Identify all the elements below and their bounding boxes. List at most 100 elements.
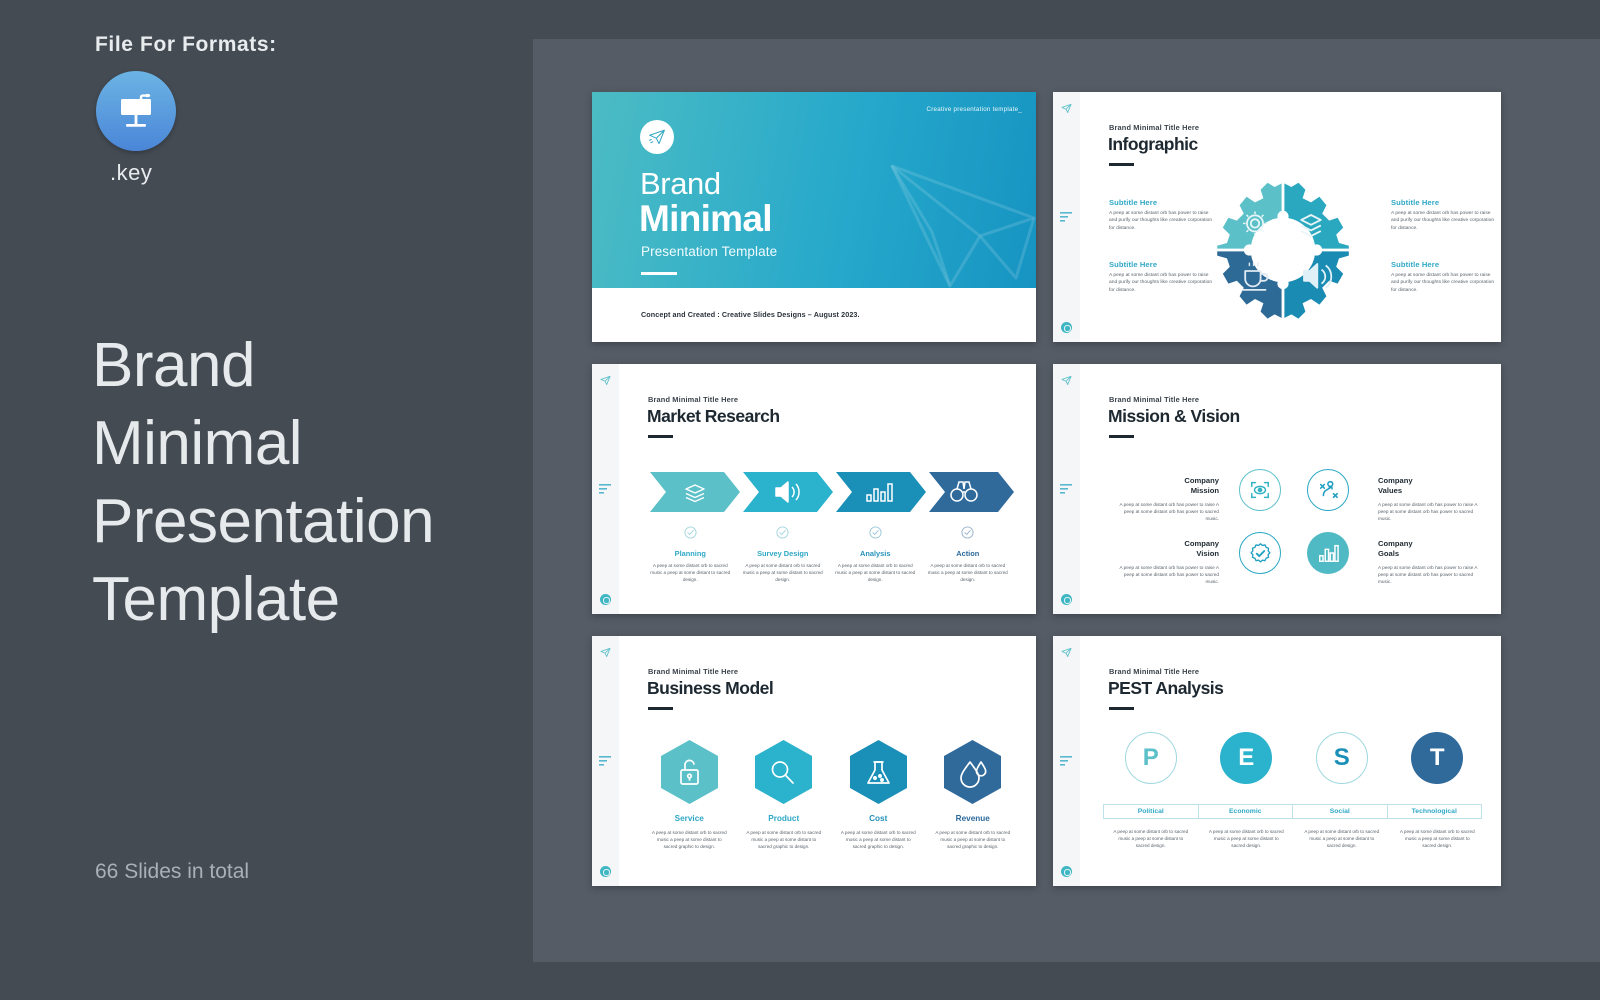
lines-icon (1060, 212, 1072, 222)
infographic-body: A peep at some distant orb has power to … (1109, 211, 1213, 231)
infographic-subtitle: Subtitle Here (1109, 198, 1158, 207)
check-circle-icon (869, 526, 882, 539)
slide-thumbnail-infographic[interactable]: Brand Minimal Title Here Infographic Sub… (1053, 92, 1501, 342)
hexagon-revenue (944, 740, 1002, 804)
slide-eyebrow: Brand Minimal Title Here (1109, 667, 1200, 676)
infographic-body: A peep at some distant orb has power to … (1109, 273, 1213, 293)
rail-dot-icon (600, 594, 611, 605)
step-name: Survey Design (757, 549, 809, 558)
rail-dot-icon (1061, 594, 1072, 605)
business-model-item: Revenue A peep at some distant orb to sa… (926, 740, 1021, 850)
cell-title: Company Goals (1378, 539, 1413, 558)
headline-rule (648, 435, 673, 438)
slide-thumbnail-business-model[interactable]: Brand Minimal Title Here Business Model … (592, 636, 1036, 886)
paper-plane-icon (1061, 647, 1072, 657)
item-name: Product (768, 814, 800, 823)
pest-letter-e: E (1220, 732, 1273, 784)
hexagon-product (755, 740, 813, 804)
page-title: Brand Minimal Presentation Template (92, 327, 522, 639)
paper-plane-icon (1061, 103, 1072, 113)
item-name: Service (674, 814, 704, 823)
strategy-icon (1307, 469, 1349, 511)
step-name: Analysis (860, 549, 891, 558)
pest-item: T (1390, 732, 1486, 784)
badge-check-icon (1239, 532, 1281, 574)
promo-title-line1: Brand (92, 331, 255, 400)
pest-letter-t: T (1411, 732, 1464, 784)
bar-chart-icon (1307, 532, 1349, 574)
pest-item: E (1199, 732, 1295, 784)
slide-thumbnail-pest-analysis[interactable]: Brand Minimal Title Here PEST Analysis P… (1053, 636, 1501, 886)
business-model-items: Service A peep at some distant orb to sa… (642, 740, 1020, 850)
paper-plane-icon (640, 120, 674, 154)
item-body: A peep at some distant orb to sacred mus… (935, 830, 1011, 849)
headline-rule (1109, 707, 1134, 710)
process-step: Analysis A peep at some distant orb to s… (829, 526, 922, 583)
title-hero: Creative presentation template_ Brand Mi… (592, 92, 1036, 288)
format-extension: .key (110, 160, 153, 185)
cell-title: Company Values (1378, 476, 1413, 495)
pest-body: A peep at some distant orb to sacred mus… (1304, 829, 1380, 848)
infographic-body: A peep at some distant orb has power to … (1391, 211, 1495, 231)
promo-column: File For Formats: .key Brand Minimal Pre… (0, 0, 533, 1000)
pest-tabs: Political Economic Social Technological (1103, 804, 1485, 819)
step-body: A peep at some distant orb to sacred mus… (742, 563, 823, 582)
headline-rule (648, 707, 673, 710)
slide-eyebrow: Brand Minimal Title Here (648, 395, 739, 404)
paper-plane-icon (600, 647, 611, 657)
pest-letter-s: S (1315, 732, 1368, 784)
pest-tab-social[interactable]: Social (1292, 804, 1388, 819)
slide-rail (1053, 92, 1080, 342)
process-step: Action A peep at some distant orb to sac… (922, 526, 1015, 583)
lines-icon (599, 756, 611, 766)
title-brand-bold: Minimal (639, 198, 773, 239)
slide-headline: Business Model (647, 678, 774, 698)
pest-body: A peep at some distant orb to sacred mus… (1399, 829, 1475, 848)
business-model-item: Product A peep at some distant orb to sa… (737, 740, 832, 850)
title-tagline: Creative presentation template_ (926, 106, 1022, 113)
eye-target-icon (1239, 469, 1281, 511)
step-body: A peep at some distant orb to sacred mus… (650, 563, 731, 582)
gear-puzzle-diagram (1213, 180, 1353, 325)
pest-letter-p: P (1124, 732, 1177, 784)
title-credit: Concept and Created : Creative Slides De… (641, 310, 860, 319)
item-body: A peep at some distant orb to sacred mus… (651, 830, 727, 849)
slide-thumbnail-title[interactable]: Creative presentation template_ Brand Mi… (592, 92, 1036, 342)
slide-count: 66 Slides in total (95, 860, 250, 883)
infographic-item: Subtitle Here A peep at some distant orb… (1109, 198, 1217, 232)
rail-dot-icon (1061, 866, 1072, 877)
pest-tab-political[interactable]: Political (1103, 804, 1199, 819)
mission-cell: Company Goals A peep at some distant orb … (1378, 539, 1482, 586)
step-name: Planning (674, 549, 706, 558)
pest-tab-economic[interactable]: Economic (1197, 804, 1293, 819)
format-label: File For Formats: (95, 33, 277, 56)
infographic-subtitle: Subtitle Here (1391, 198, 1440, 207)
pest-tab-technological[interactable]: Technological (1386, 804, 1482, 819)
pest-item: P (1103, 732, 1199, 784)
title-rule (641, 272, 677, 275)
mission-cell: Company Mission A peep at some distant or… (1115, 476, 1219, 523)
cell-body: A peep at some distant orb has power to … (1378, 502, 1478, 522)
lines-icon (1060, 484, 1072, 494)
paper-plane-background-icon (890, 164, 1036, 288)
infographic-body: A peep at some distant orb has power to … (1391, 273, 1495, 293)
infographic-item: Subtitle Here A peep at some distant orb… (1391, 260, 1499, 294)
slide-thumbnail-mission-vision[interactable]: Brand Minimal Title Here Mission & Visio… (1053, 364, 1501, 614)
check-circle-icon (961, 526, 974, 539)
slide-thumbnail-market-research[interactable]: Brand Minimal Title Here Market Research (592, 364, 1036, 614)
slide-headline: PEST Analysis (1108, 678, 1224, 698)
infographic-subtitle: Subtitle Here (1109, 260, 1158, 269)
slide-rail (1053, 636, 1080, 886)
paper-plane-icon (1061, 375, 1072, 385)
pest-descriptions: A peep at some distant orb to sacred mus… (1103, 828, 1485, 849)
hexagon-service (660, 740, 718, 804)
title-subtitle: Presentation Template (641, 244, 778, 259)
infographic-item: Subtitle Here A peep at some distant orb… (1109, 260, 1217, 294)
step-name: Action (956, 549, 980, 558)
slide-rail (1053, 364, 1080, 614)
paper-plane-icon (600, 375, 611, 385)
pest-circles: P E S T (1103, 732, 1485, 784)
infographic-subtitle: Subtitle Here (1391, 260, 1440, 269)
cell-body: A peep at some distant orb has power to … (1119, 565, 1219, 585)
infographic-item: Subtitle Here A peep at some distant orb… (1391, 198, 1499, 232)
